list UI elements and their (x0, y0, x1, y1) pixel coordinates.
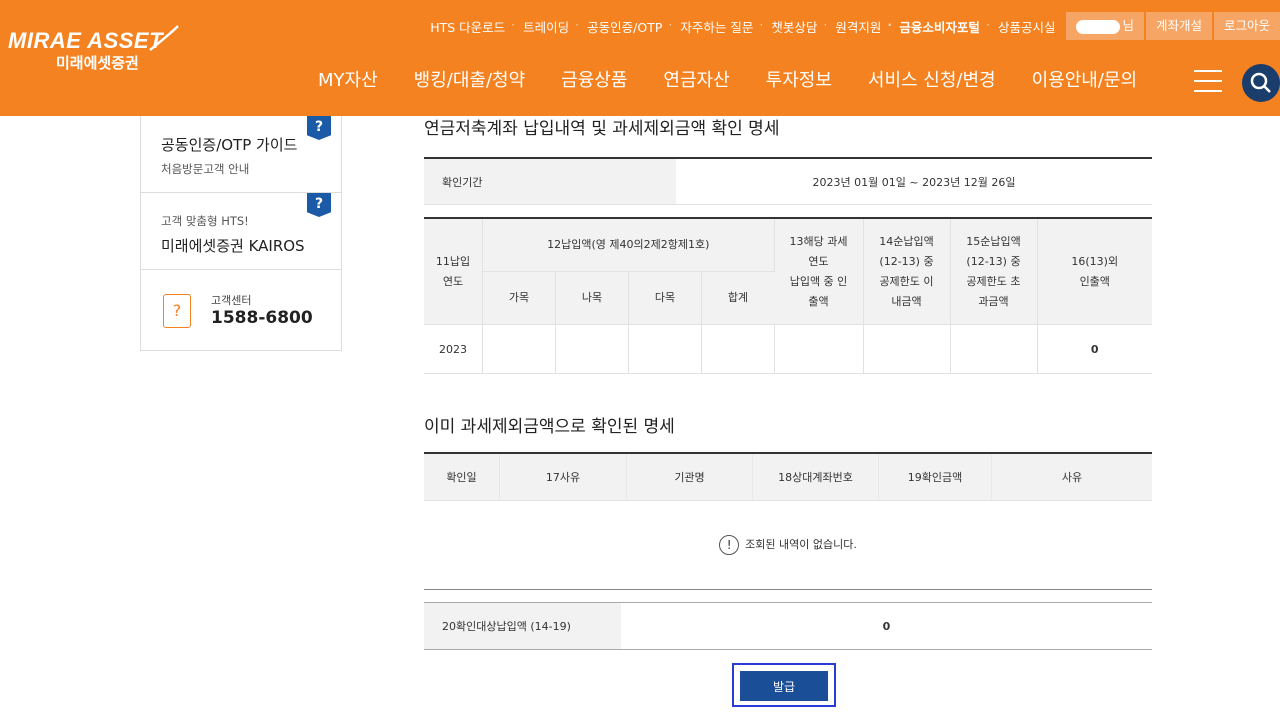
col-payment: 12납입액(영 제40의2제2항제1호) (482, 218, 775, 272)
nav-banking[interactable]: 뱅킹/대출/청약 (396, 66, 544, 92)
table-row: 2023 0 (424, 324, 1152, 374)
period-value: 2023년 01월 01일 ~ 2023년 12월 26일 (676, 158, 1152, 205)
util-cert-otp[interactable]: 공동인증/OTP (575, 17, 671, 36)
util-product-disclosure[interactable]: 상품공시실 (986, 17, 1065, 36)
util-consumer-portal[interactable]: 금융소비자포털 (887, 17, 989, 36)
util-trading[interactable]: 트레이딩 (511, 17, 578, 36)
summary-value: 0 (621, 602, 1152, 650)
sidebar: ? 공동인증/OTP 가이드 처음방문고객 안내 ? 고객 맞춤형 HTS! 미… (140, 116, 342, 351)
col-total: 합계 (701, 271, 774, 325)
sidebar-hts-kairos[interactable]: ? 고객 맞춤형 HTS! 미래에셋증권 KAIROS (141, 193, 341, 270)
col-ga: 가목 (482, 271, 556, 325)
period-table: 확인기간 2023년 01월 01일 ~ 2023년 12월 26일 (424, 157, 1152, 205)
cell-year: 2023 (424, 324, 483, 374)
user-suffix: 님 (1122, 18, 1134, 33)
col-14: 14순납입액 (12-13) 중 공제한도 이 내금액 (863, 218, 951, 325)
main-content: 연금저축계좌 납입내역 및 과세제외금액 확인 명세 확인기간 2023년 01… (424, 110, 1152, 650)
notice-icon: ! (719, 535, 740, 555)
cell-14 (863, 324, 951, 374)
col-na: 나목 (555, 271, 629, 325)
util-hts-download[interactable]: HTS 다운로드 (421, 17, 514, 36)
issue-button[interactable]: 발급 (740, 671, 828, 701)
help-question-icon[interactable]: ? (307, 193, 331, 217)
logo-swoosh-icon (149, 25, 179, 51)
user-name[interactable]: 님 (1066, 12, 1144, 40)
col-counter-account: 18상대계좌번호 (752, 453, 879, 501)
cell-15 (950, 324, 1038, 374)
cell-ga (482, 324, 556, 374)
cell-13 (774, 324, 864, 374)
util-remote-support[interactable]: 원격지원 (823, 17, 890, 36)
nav-financial-products[interactable]: 금융상품 (543, 66, 645, 92)
col-15: 15순납입액 (12-13) 중 공제한도 초 과금액 (950, 218, 1038, 325)
hts-title: 미래에셋증권 KAIROS (161, 237, 305, 255)
col-13: 13해당 과세 연도 납입액 중 인 출액 (774, 218, 864, 325)
nav-help[interactable]: 이용안내/문의 (1014, 66, 1155, 92)
section-title-pension: 연금저축계좌 납입내역 및 과세제외금액 확인 명세 (424, 119, 780, 139)
cell-total (701, 324, 775, 374)
brand-logo[interactable]: MIRAE ASSET 미래에셋증권 (8, 25, 179, 73)
nav-service-request[interactable]: 서비스 신청/변경 (850, 66, 1014, 92)
customer-center-label: 고객센터 (211, 294, 252, 307)
search-icon (1250, 72, 1271, 93)
cell-16: 0 (1037, 324, 1152, 374)
logo-text-en: MIRAE ASSET (8, 28, 164, 53)
col-reason-17: 17사유 (499, 453, 627, 501)
col-da: 다목 (628, 271, 702, 325)
open-account-button[interactable]: 계좌개설 (1145, 12, 1212, 40)
util-faq[interactable]: 자주하는 질문 (668, 17, 762, 36)
logo-text-ko: 미래에셋증권 (56, 54, 139, 72)
confirmed-table: 확인일 17사유 기관명 18상대계좌번호 19확인금액 사유 ! 조회된 내역이… (424, 452, 1152, 590)
col-confirm-amount: 19확인금액 (878, 453, 992, 501)
sidebar-customer-center: ? 고객센터 1588-6800 (141, 270, 341, 350)
main-nav: MY자산 뱅킹/대출/청약 금융상품 연금자산 투자정보 서비스 신청/변경 이… (300, 66, 1155, 92)
empty-message-cell: ! 조회된 내역이 없습니다. (424, 500, 1152, 590)
sidebar-cert-guide[interactable]: ? 공동인증/OTP 가이드 처음방문고객 안내 (141, 116, 341, 193)
util-chatbot[interactable]: 챗봇상담 (759, 17, 826, 36)
hamburger-menu-icon[interactable] (1194, 70, 1222, 92)
cell-da (628, 324, 702, 374)
customer-center-icon: ? (163, 294, 191, 328)
section-title-confirmed: 이미 과세제외금액으로 확인된 명세 (424, 417, 675, 437)
logout-button[interactable]: 로그아웃 (1213, 12, 1280, 40)
hts-tagline: 고객 맞춤형 HTS! (161, 214, 249, 228)
search-button[interactable] (1242, 64, 1280, 102)
col-institution: 기관명 (626, 453, 753, 501)
cert-guide-sub: 처음방문고객 안내 (161, 162, 250, 176)
nav-investment-info[interactable]: 투자정보 (748, 66, 850, 92)
col-confirm-date: 확인일 (424, 453, 500, 501)
col-16: 16(13)외 인출액 (1037, 218, 1152, 325)
nav-pension[interactable]: 연금자산 (645, 66, 747, 92)
customer-center-phone: 1588-6800 (211, 308, 313, 328)
nav-my-assets[interactable]: MY자산 (300, 66, 396, 92)
empty-row: ! 조회된 내역이 없습니다. (424, 500, 1152, 590)
help-question-icon[interactable]: ? (307, 116, 331, 140)
cell-na (555, 324, 629, 374)
col-reason: 사유 (991, 453, 1152, 501)
utility-nav: HTS 다운로드 트레이딩 공동인증/OTP 자주하는 질문 챗봇상담 원격지원… (421, 12, 1280, 40)
summary-label: 20확인대상납입액 (14-19) (424, 602, 621, 650)
summary-table: 20확인대상납입액 (14-19) 0 (424, 602, 1152, 650)
col-year: 11납입 연도 (424, 218, 483, 325)
top-header: MIRAE ASSET 미래에셋증권 HTS 다운로드 트레이딩 공동인증/OT… (0, 0, 1280, 116)
payment-table: 11납입 연도 12납입액(영 제40의2제2항제1호) 13해당 과세 연도 … (424, 217, 1152, 374)
user-name-redacted (1076, 19, 1121, 34)
period-label: 확인기간 (424, 158, 676, 205)
issue-button-focus: 발급 (732, 663, 836, 707)
empty-message: 조회된 내역이 없습니다. (745, 538, 857, 551)
